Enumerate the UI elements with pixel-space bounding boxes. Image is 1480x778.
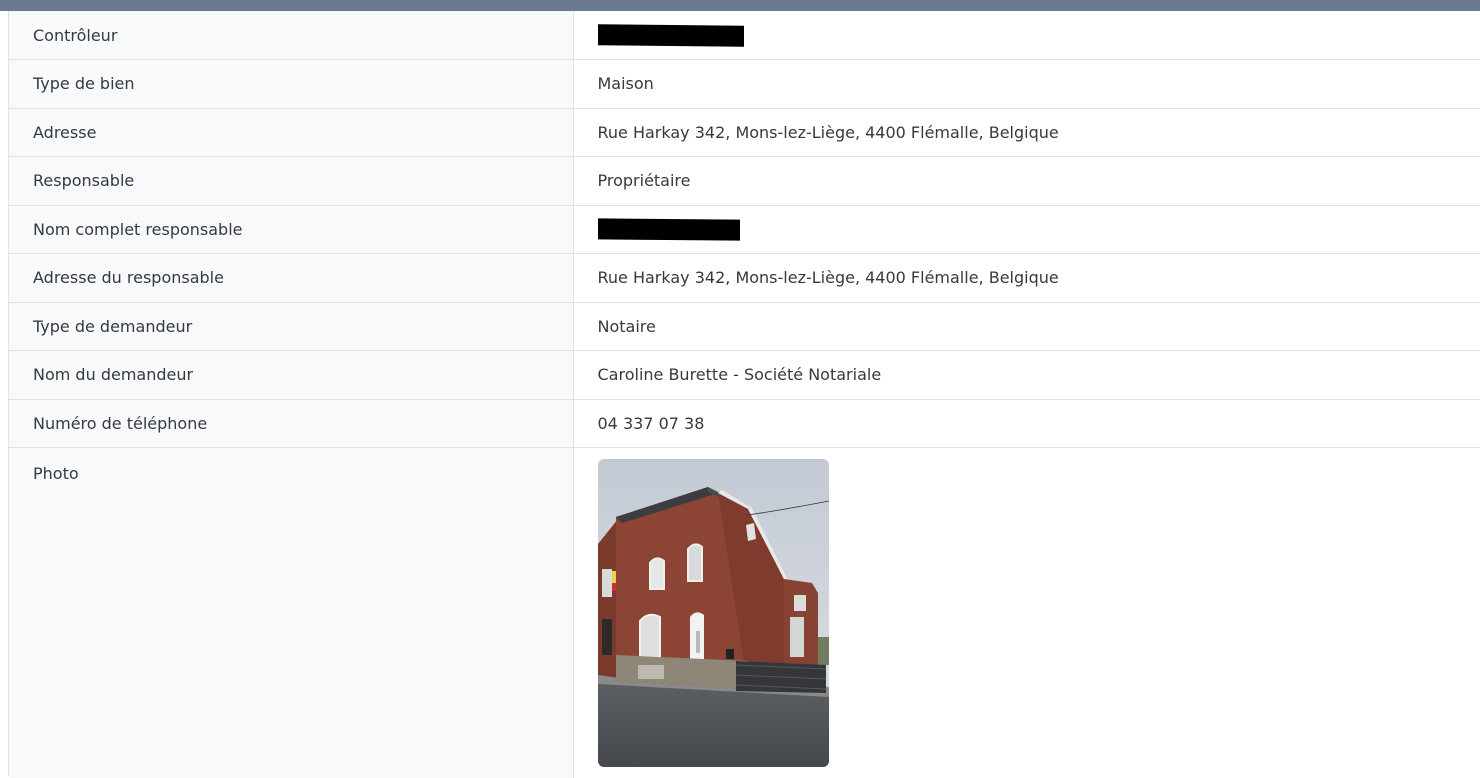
row-label-photo: Photo: [9, 447, 574, 778]
row-label-adresse: Adresse: [9, 108, 574, 157]
table-row: Photo: [9, 447, 1480, 778]
row-value-photo: [573, 448, 1480, 778]
table-row: Nom complet responsable: [9, 205, 1480, 254]
row-label-controleur: Contrôleur: [9, 11, 574, 60]
row-value-nom-complet-responsable: [573, 205, 1480, 254]
row-label-nom-du-demandeur: Nom du demandeur: [9, 350, 574, 400]
details-table: Contrôleur Type de bien Maison Adresse R…: [8, 11, 1480, 778]
table-row: Nom du demandeur Caroline Burette - Soci…: [9, 350, 1480, 400]
house-photo[interactable]: [597, 459, 829, 767]
row-value-numero-de-telephone[interactable]: 04 337 07 38: [573, 399, 1480, 448]
row-value-type-de-bien: Maison: [573, 59, 1480, 109]
row-value-responsable: Propriétaire: [573, 156, 1480, 206]
row-value-nom-du-demandeur: Caroline Burette - Société Notariale: [573, 350, 1480, 400]
row-value-adresse-du-responsable: Rue Harkay 342, Mons-lez-Liège, 4400 Flé…: [573, 253, 1480, 303]
row-label-type-de-demandeur: Type de demandeur: [9, 302, 574, 351]
row-label-responsable: Responsable: [9, 156, 574, 206]
row-value-adresse: Rue Harkay 342, Mons-lez-Liège, 4400 Flé…: [573, 108, 1480, 157]
row-label-type-de-bien: Type de bien: [9, 59, 574, 109]
table-row: Type de bien Maison: [9, 59, 1480, 109]
table-row: Contrôleur: [9, 11, 1480, 60]
table-row: Adresse du responsable Rue Harkay 342, M…: [9, 253, 1480, 303]
redaction-block: [597, 218, 740, 241]
row-label-numero-de-telephone: Numéro de téléphone: [9, 399, 574, 448]
table-header-bar: [0, 0, 1480, 11]
table-row: Adresse Rue Harkay 342, Mons-lez-Liège, …: [9, 108, 1480, 157]
row-label-adresse-du-responsable: Adresse du responsable: [9, 253, 574, 303]
table-row: Type de demandeur Notaire: [9, 302, 1480, 351]
table-row: Numéro de téléphone 04 337 07 38: [9, 399, 1480, 448]
row-value-type-de-demandeur: Notaire: [573, 302, 1480, 351]
row-value-controleur: [573, 11, 1480, 60]
redaction-block: [597, 23, 744, 47]
table-row: Responsable Propriétaire: [9, 156, 1480, 206]
row-label-nom-complet-responsable: Nom complet responsable: [9, 205, 574, 254]
